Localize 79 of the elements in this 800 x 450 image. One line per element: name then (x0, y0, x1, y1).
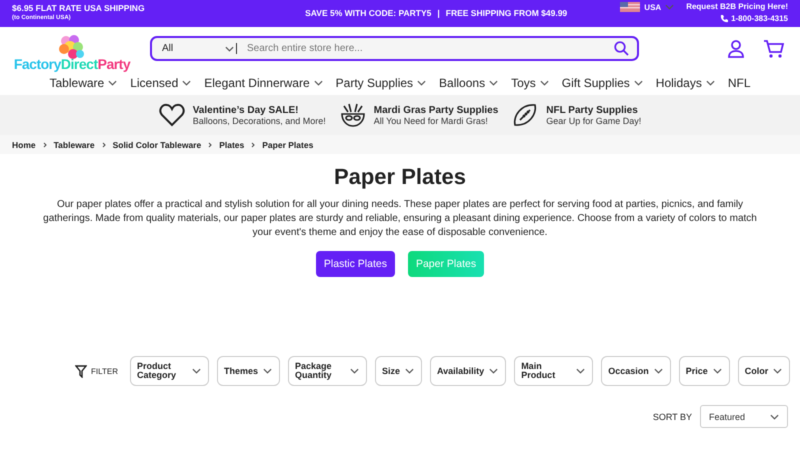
separator-text: | (437, 8, 440, 18)
chevron-icon (706, 80, 715, 86)
search-icon[interactable] (614, 41, 629, 56)
chevron-icon (350, 368, 359, 374)
separator-icon (42, 142, 47, 148)
nav-item[interactable]: Balloons (439, 76, 486, 90)
nav-item[interactable]: NFL (728, 76, 750, 90)
chevron-icon (540, 80, 549, 86)
heart-icon (158, 103, 185, 127)
nav-item[interactable]: Holidays (656, 76, 702, 90)
chevron-icon (405, 368, 414, 374)
promo-subtitle: Balloons, Decorations, and More! (192, 116, 326, 126)
category-button[interactable]: Plastic Plates (316, 251, 395, 277)
filter-icon (75, 364, 87, 378)
chevron-icon (489, 80, 498, 86)
separator-icon (208, 142, 212, 148)
promo-code-text: SAVE 5% WITH CODE: PARTY5 (305, 8, 432, 18)
chevron-icon (314, 80, 323, 86)
filter-dropdown[interactable]: Package Quantity (288, 356, 367, 386)
filter-dropdown[interactable]: Color (738, 356, 790, 386)
page-title: Paper Plates (332, 164, 468, 190)
sort-label: SORT BY (652, 412, 692, 422)
chevron-icon (192, 368, 201, 374)
nav-item[interactable]: Tableware (50, 76, 104, 90)
search-field[interactable]: All Search entire store here... (150, 36, 639, 61)
nav-item[interactable]: Licensed (130, 76, 178, 90)
nav-item[interactable]: Elegant Dinnerware (204, 76, 310, 90)
breadcrumb-link[interactable]: Solid Color Tableware (112, 140, 202, 150)
promo-subtitle: Gear Up for Game Day! (546, 116, 642, 126)
filter-dropdown[interactable]: Themes (216, 356, 280, 386)
filter-dropdown[interactable]: Product Category (130, 356, 209, 386)
filter-dropdown[interactable]: Occasion (601, 356, 671, 386)
promo-title[interactable]: Mardi Gras Party Supplies (374, 104, 498, 116)
separator-icon (102, 142, 106, 148)
chevron-icon (182, 80, 192, 86)
filter-dropdown[interactable]: Price (678, 356, 730, 386)
chevron-icon (770, 414, 779, 420)
category-description: Our paper plates offer a practical and stylish solution for all your dining needs. These paper plates are perfect for serving food at parties, picnics, and family gatherings. Made from quality materials, our paper plates are sturdy and reliable, ensuring a pleasant dining experience. Choose from a variety of colors to match your event's theme and enjoy the ease of disposable convenience. (42, 198, 758, 240)
chevron-icon (489, 368, 498, 374)
chevron-icon (262, 368, 272, 374)
chevron-icon (108, 80, 118, 86)
separator-icon (251, 142, 256, 148)
filter-dropdown[interactable]: Main Product (514, 356, 594, 386)
promo-title[interactable]: Valentine’s Day SALE! (192, 104, 326, 116)
balloons-icon (57, 34, 87, 60)
filter-label: FILTER (91, 366, 118, 376)
chevron-icon (654, 368, 663, 374)
category-dropdown[interactable]: All (162, 43, 237, 54)
shipping-text: $6.95 FLAT RATE USA SHIPPING (12, 3, 146, 13)
nav-item[interactable]: Gift Supplies (562, 76, 630, 90)
chevron-icon (773, 368, 782, 374)
chevron-icon (417, 80, 426, 86)
filter-dropdown[interactable]: Availability (430, 356, 506, 386)
country-selector[interactable]: USA (644, 2, 662, 12)
account-icon[interactable] (727, 40, 745, 58)
chevron-icon (665, 4, 674, 10)
chevron-icon (225, 46, 234, 52)
nav-item[interactable]: Party Supplies (336, 76, 414, 90)
nav-item[interactable]: Toys (511, 76, 536, 90)
free-shipping-text: FREE SHIPPING FROM $49.99 (446, 8, 568, 18)
chevron-icon (576, 368, 586, 374)
breadcrumb-link[interactable]: Tableware (54, 140, 95, 150)
breadcrumb-link[interactable]: Home (12, 140, 36, 150)
chevron-icon (634, 80, 643, 86)
breadcrumb-link[interactable]: Paper Plates (262, 140, 314, 150)
sort-dropdown[interactable]: Featured (700, 405, 788, 428)
chevron-icon (712, 368, 722, 374)
cart-icon[interactable] (763, 38, 784, 58)
filter-dropdown[interactable]: Size (374, 356, 422, 386)
mask-icon (340, 102, 366, 128)
promo-title[interactable]: NFL Party Supplies (546, 104, 642, 116)
phone-number[interactable]: 1-800-383-4315 (731, 14, 788, 23)
flag-icon[interactable] (620, 2, 640, 12)
football-icon (512, 102, 538, 128)
breadcrumb-link[interactable]: Plates (219, 140, 244, 150)
phone-icon (720, 14, 728, 22)
promo-subtitle: All You Need for Mardi Gras! (374, 116, 489, 126)
logo-text[interactable]: FactoryDirectParty (14, 56, 130, 72)
b2b-link[interactable]: Request B2B Pricing Here! (686, 2, 788, 11)
